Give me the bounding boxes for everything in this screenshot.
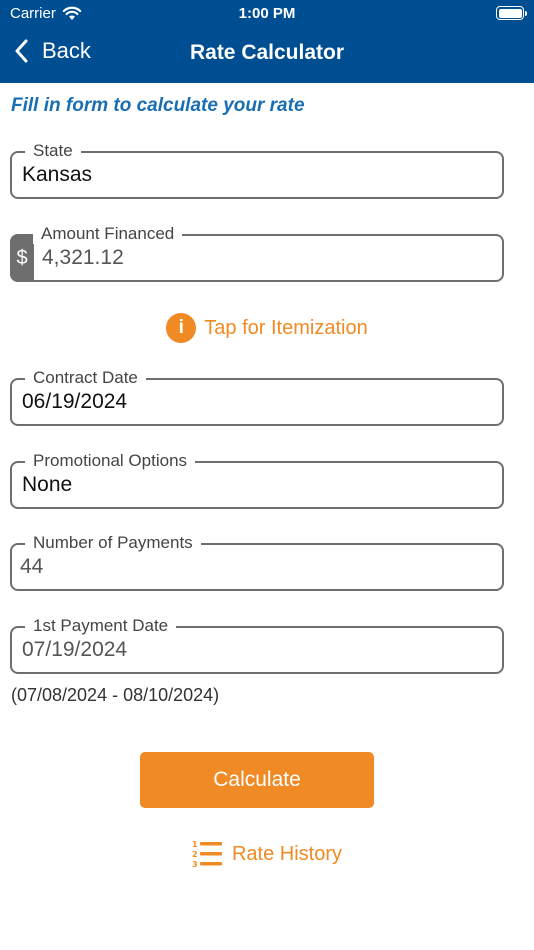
- payment-date-range: (07/08/2024 - 08/10/2024): [11, 685, 220, 705]
- contract-date-label: Contract Date: [25, 368, 146, 388]
- first-payment-date-label: 1st Payment Date: [25, 616, 177, 636]
- calculate-button[interactable]: Calculate: [140, 752, 374, 808]
- svg-text:3: 3: [192, 860, 198, 869]
- amount-financed-label: Amount Financed: [33, 224, 183, 244]
- number-of-payments-field[interactable]: Number of Payments 44: [10, 533, 504, 591]
- form-instruction: Fill in form to calculate your rate: [11, 95, 305, 116]
- amount-financed-value: 4,321.12: [42, 246, 124, 269]
- promotional-options-field[interactable]: Promotional Options None: [10, 451, 504, 509]
- itemization-label: Tap for Itemization: [204, 316, 368, 339]
- number-of-payments-label: Number of Payments: [25, 533, 201, 553]
- rate-history-link[interactable]: 1 2 3 Rate History: [0, 838, 534, 870]
- promotional-options-value: None: [22, 473, 73, 496]
- svg-text:2: 2: [192, 850, 198, 859]
- page-title: Rate Calculator: [189, 41, 345, 64]
- state-field[interactable]: State Kansas: [10, 141, 504, 199]
- contract-date-value: 06/19/2024: [22, 390, 128, 413]
- contract-date-field[interactable]: Contract Date 06/19/2024: [10, 368, 504, 426]
- state-label: State: [25, 141, 81, 161]
- svg-text:1: 1: [192, 840, 198, 849]
- state-value: Kansas: [22, 163, 93, 186]
- number-of-payments-value: 44: [20, 555, 44, 578]
- first-payment-date-value: 07/19/2024: [22, 638, 128, 661]
- first-payment-date-field[interactable]: 1st Payment Date 07/19/2024: [10, 616, 504, 674]
- amount-financed-field[interactable]: $ Amount Financed 4,321.12: [10, 224, 504, 282]
- info-icon: i: [166, 313, 197, 343]
- navigation-bar: Carrier 1:00 PM Back Rate Calculator: [0, 0, 534, 83]
- battery-icon: [496, 6, 527, 20]
- currency-prefix: $: [10, 234, 34, 282]
- calculate-label: Calculate: [213, 768, 301, 791]
- promotional-options-label: Promotional Options: [25, 451, 196, 471]
- rate-history-label: Rate History: [231, 842, 343, 865]
- status-time: 1:00 PM: [238, 5, 296, 22]
- itemization-link[interactable]: i Tap for Itemization: [0, 313, 534, 343]
- numbered-list-icon: 1 2 3: [192, 840, 222, 869]
